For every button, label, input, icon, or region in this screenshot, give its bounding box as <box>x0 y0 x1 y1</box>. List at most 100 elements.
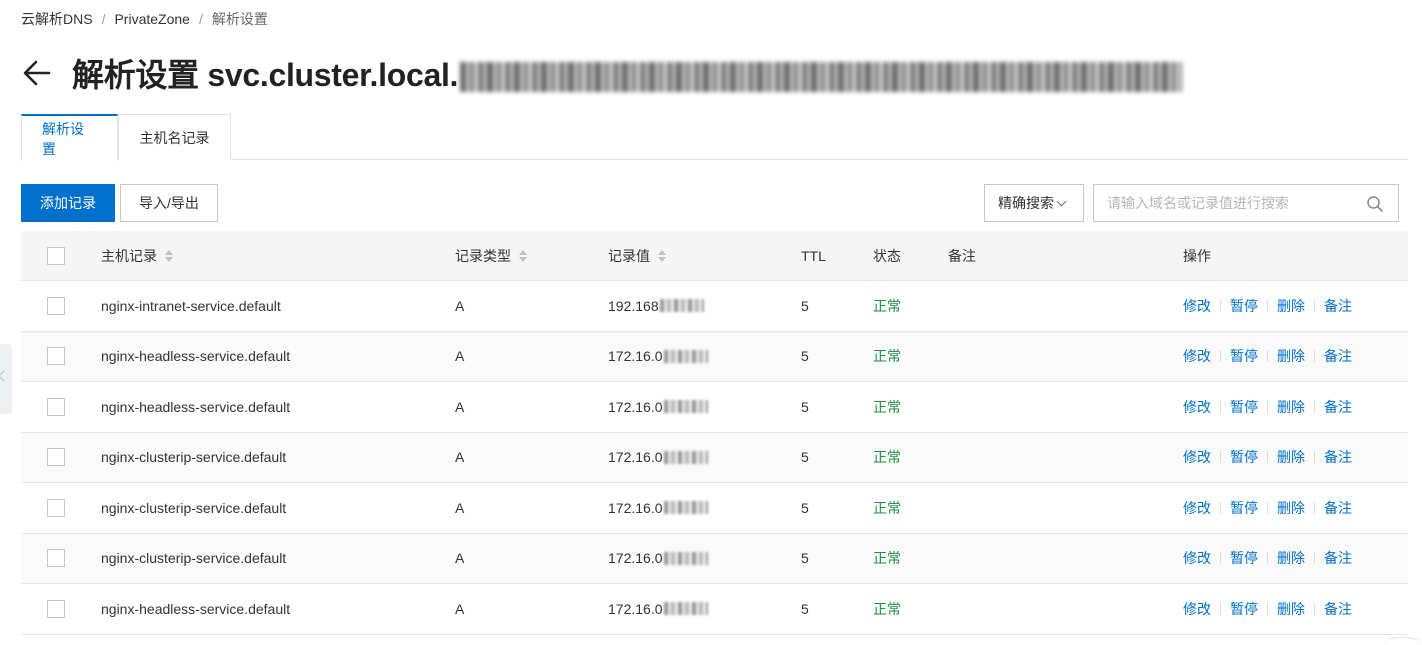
row-checkbox[interactable] <box>47 397 65 416</box>
sidebar-collapse-handle[interactable] <box>0 344 12 414</box>
row-checkbox[interactable] <box>47 296 65 315</box>
remark-link[interactable]: 备注 <box>1324 397 1352 417</box>
import-export-button[interactable]: 导入/导出 <box>120 184 218 222</box>
row-select-cell <box>47 433 65 483</box>
remark-link[interactable]: 备注 <box>1324 599 1352 619</box>
cell-type: A <box>455 449 465 466</box>
delete-link[interactable]: 删除 <box>1277 447 1305 467</box>
table-row: nginx-headless-service.default A 172.16.… <box>21 382 1408 433</box>
pause-link[interactable]: 暂停 <box>1230 447 1258 467</box>
cell-ttl: 5 <box>801 550 809 567</box>
remark-link[interactable]: 备注 <box>1324 498 1352 518</box>
pause-link[interactable]: 暂停 <box>1230 498 1258 518</box>
search-mode-label: 精确搜索 <box>998 195 1054 211</box>
action-divider <box>1267 602 1268 615</box>
delete-link[interactable]: 删除 <box>1277 346 1305 366</box>
delete-link[interactable]: 删除 <box>1277 599 1305 619</box>
edit-link[interactable]: 修改 <box>1183 548 1211 568</box>
scroll-corner <box>1382 637 1422 645</box>
search-mode-select[interactable]: 精确搜索 <box>984 184 1084 222</box>
action-divider <box>1314 451 1315 464</box>
table-row: nginx-clusterip-service.default A 172.16… <box>21 432 1408 483</box>
remark-link[interactable]: 备注 <box>1324 548 1352 568</box>
cell-type: A <box>455 398 465 415</box>
cell-value: 172.16.0 <box>608 483 708 533</box>
cell-ttl: 5 <box>801 348 809 365</box>
action-divider <box>1220 501 1221 514</box>
pause-link[interactable]: 暂停 <box>1230 548 1258 568</box>
action-divider <box>1220 552 1221 565</box>
delete-link[interactable]: 删除 <box>1277 397 1305 417</box>
search-icon[interactable] <box>1366 195 1384 213</box>
row-actions: 修改 暂停 删除 备注 <box>1183 281 1352 331</box>
row-checkbox[interactable] <box>47 599 65 618</box>
action-divider <box>1267 552 1268 565</box>
row-actions: 修改 暂停 删除 备注 <box>1183 332 1352 382</box>
page-title-text: 解析设置 svc.cluster.local. <box>72 57 459 93</box>
row-actions: 修改 暂停 删除 备注 <box>1183 534 1352 584</box>
cell-ttl: 5 <box>801 600 809 617</box>
action-divider <box>1314 400 1315 413</box>
delete-link[interactable]: 删除 <box>1277 498 1305 518</box>
remark-link[interactable]: 备注 <box>1324 447 1352 467</box>
row-select-cell <box>47 382 65 432</box>
column-header-host: 主机记录 <box>101 231 173 280</box>
action-divider <box>1220 451 1221 464</box>
edit-link[interactable]: 修改 <box>1183 498 1211 518</box>
pause-link[interactable]: 暂停 <box>1230 296 1258 316</box>
tab-bar: 解析设置 主机名记录 <box>21 114 1408 161</box>
remark-link[interactable]: 备注 <box>1324 346 1352 366</box>
sort-icon[interactable] <box>165 249 173 262</box>
tab-hostname-records[interactable]: 主机名记录 <box>118 114 231 160</box>
select-all-checkbox[interactable] <box>47 246 65 265</box>
search-input[interactable] <box>1094 185 1354 221</box>
action-divider <box>1267 350 1268 363</box>
delete-link[interactable]: 删除 <box>1277 296 1305 316</box>
cell-value-text: 192.168 <box>608 297 659 314</box>
sort-icon[interactable] <box>519 249 527 262</box>
row-checkbox[interactable] <box>47 549 65 568</box>
row-checkbox[interactable] <box>47 498 65 517</box>
cell-value: 192.168 <box>608 281 704 331</box>
cell-value: 172.16.0 <box>608 584 708 634</box>
redacted-ip <box>663 349 708 363</box>
column-header-value: 记录值 <box>608 231 666 280</box>
delete-link[interactable]: 删除 <box>1277 548 1305 568</box>
sort-icon[interactable] <box>658 249 666 262</box>
records-table: 主机记录 记录类型 记录值 TTL 状态 备注 操作 nginx-intrane… <box>21 231 1408 635</box>
add-record-button[interactable]: 添加记录 <box>21 184 115 222</box>
edit-link[interactable]: 修改 <box>1183 346 1211 366</box>
row-checkbox[interactable] <box>47 448 65 467</box>
edit-link[interactable]: 修改 <box>1183 447 1211 467</box>
action-divider <box>1267 299 1268 312</box>
cell-value-text: 172.16.0 <box>608 348 663 365</box>
breadcrumb-separator: / <box>101 11 106 27</box>
arrow-left-icon[interactable] <box>21 57 53 89</box>
cell-value-text: 172.16.0 <box>608 499 663 516</box>
edit-link[interactable]: 修改 <box>1183 296 1211 316</box>
redacted-ip <box>663 501 708 515</box>
remark-link[interactable]: 备注 <box>1324 296 1352 316</box>
action-divider <box>1267 451 1268 464</box>
breadcrumb-item-dns[interactable]: 云解析DNS <box>21 9 93 29</box>
cell-host: nginx-clusterip-service.default <box>101 499 287 516</box>
redacted-ip <box>663 450 708 464</box>
breadcrumb: 云解析DNS / PrivateZone / 解析设置 <box>21 9 268 29</box>
breadcrumb-item-privatezone[interactable]: PrivateZone <box>114 11 189 27</box>
edit-link[interactable]: 修改 <box>1183 599 1211 619</box>
row-select-cell <box>47 332 65 382</box>
redacted-ip <box>663 400 708 414</box>
pause-link[interactable]: 暂停 <box>1230 346 1258 366</box>
edit-link[interactable]: 修改 <box>1183 397 1211 417</box>
chevron-left-icon <box>0 370 10 382</box>
breadcrumb-item-current: 解析设置 <box>211 11 268 27</box>
table-row: nginx-intranet-service.default A 192.168… <box>21 281 1408 332</box>
pause-link[interactable]: 暂停 <box>1230 397 1258 417</box>
row-checkbox[interactable] <box>47 347 65 366</box>
row-actions: 修改 暂停 删除 备注 <box>1183 433 1352 483</box>
tab-dns-settings[interactable]: 解析设置 <box>21 114 118 161</box>
table-header-row: 主机记录 记录类型 记录值 TTL 状态 备注 操作 <box>21 231 1408 281</box>
pause-link[interactable]: 暂停 <box>1230 599 1258 619</box>
column-header-type: 记录类型 <box>455 231 527 280</box>
column-header-actions: 操作 <box>1183 247 1211 264</box>
